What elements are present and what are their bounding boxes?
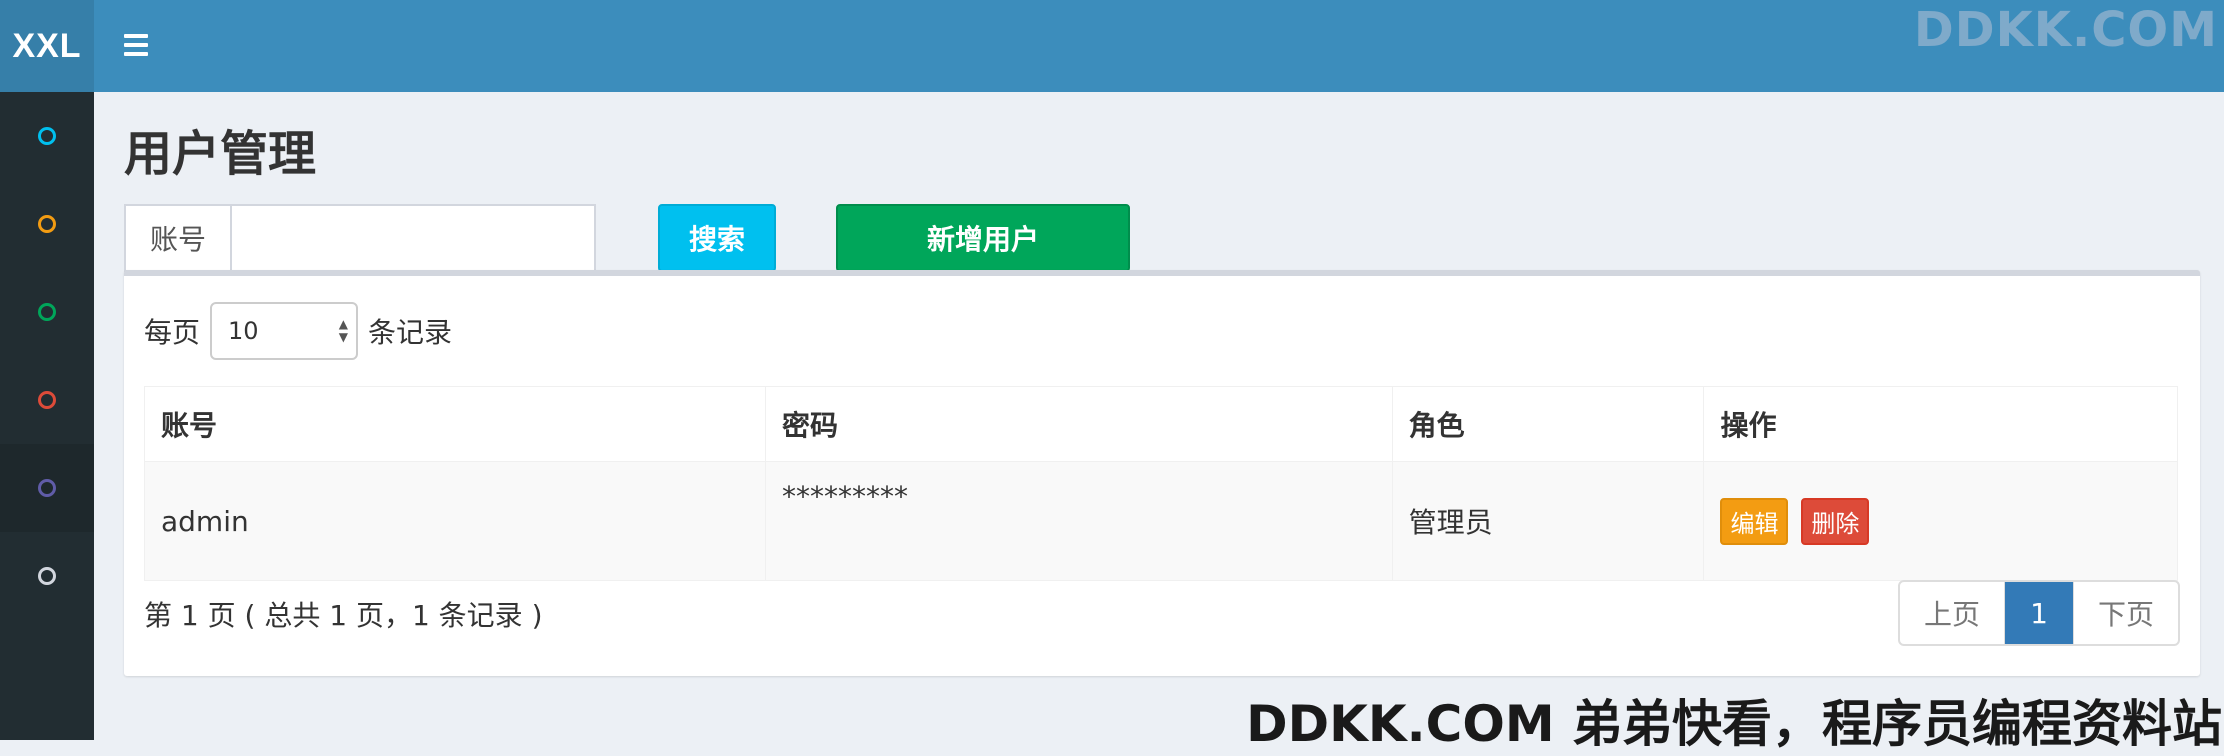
- circle-icon: [38, 391, 56, 409]
- circle-icon: [38, 567, 56, 585]
- top-navbar: XXL: [0, 0, 2224, 92]
- select-arrows-icon: ▲ ▼: [338, 317, 349, 344]
- page-length-control: 每页 10 ▲ ▼ 条记录: [144, 302, 452, 360]
- account-search-input[interactable]: [232, 206, 594, 270]
- cell-actions: 编辑 删除: [1703, 461, 2178, 581]
- table-row: admin ********* 管理员 编辑 删除: [144, 461, 2178, 581]
- sidebar-item-2[interactable]: [0, 180, 94, 268]
- sidebar-item-4[interactable]: [0, 356, 94, 444]
- length-suffix: 条记录: [368, 316, 453, 349]
- search-label: 账号: [126, 206, 232, 270]
- sidebar-item-1[interactable]: [0, 92, 94, 180]
- current-page-button[interactable]: 1: [2005, 582, 2073, 644]
- table-header-row: 账号 密码 角色 操作: [144, 386, 2178, 462]
- page-length-select[interactable]: 10 ▲ ▼: [210, 302, 359, 360]
- page-length-value: 10: [228, 317, 259, 345]
- delete-button[interactable]: 删除: [1801, 497, 1870, 545]
- search-button[interactable]: 搜索: [658, 204, 776, 272]
- search-group: 账号: [124, 204, 596, 272]
- cell-account: admin: [144, 461, 766, 581]
- app-logo[interactable]: XXL: [0, 0, 94, 92]
- watermark-top: DDKK.COM: [1913, 2, 2218, 58]
- prev-page-button[interactable]: 上页: [1900, 582, 2005, 644]
- menu-toggle-icon[interactable]: [122, 28, 150, 64]
- column-header-password[interactable]: 密码: [764, 386, 1393, 462]
- column-header-account[interactable]: 账号: [144, 386, 766, 462]
- edit-button[interactable]: 编辑: [1720, 497, 1789, 545]
- pagination: 上页 1 下页: [1898, 580, 2180, 646]
- circle-icon: [38, 303, 56, 321]
- user-table: 账号 密码 角色 操作 admin ********* 管理员 编辑 删除: [144, 386, 2178, 581]
- add-user-button[interactable]: 新增用户: [836, 204, 1130, 272]
- sidebar-item-5[interactable]: [0, 444, 94, 532]
- circle-icon: [38, 215, 56, 233]
- column-header-actions: 操作: [1703, 386, 2178, 462]
- next-page-button[interactable]: 下页: [2073, 582, 2178, 644]
- page-title: 用户管理: [124, 126, 317, 182]
- pagination-info: 第 1 页 ( 总共 1 页，1 条记录 ): [144, 599, 543, 632]
- sidebar-item-6[interactable]: [0, 532, 94, 620]
- length-prefix: 每页: [144, 316, 201, 349]
- sidebar-item-3[interactable]: [0, 268, 94, 356]
- circle-icon: [38, 479, 56, 497]
- cell-password: *********: [764, 461, 1393, 581]
- circle-icon: [38, 127, 56, 145]
- sidebar: [0, 92, 94, 740]
- watermark-bottom: DDKK.COM 弟弟快看，程序员编程资料站: [1246, 695, 2222, 753]
- column-header-role[interactable]: 角色: [1391, 386, 1705, 462]
- cell-role: 管理员: [1391, 461, 1705, 581]
- user-table-box: 每页 10 ▲ ▼ 条记录 账号 密码 角色 操作 admin *********…: [124, 270, 2200, 676]
